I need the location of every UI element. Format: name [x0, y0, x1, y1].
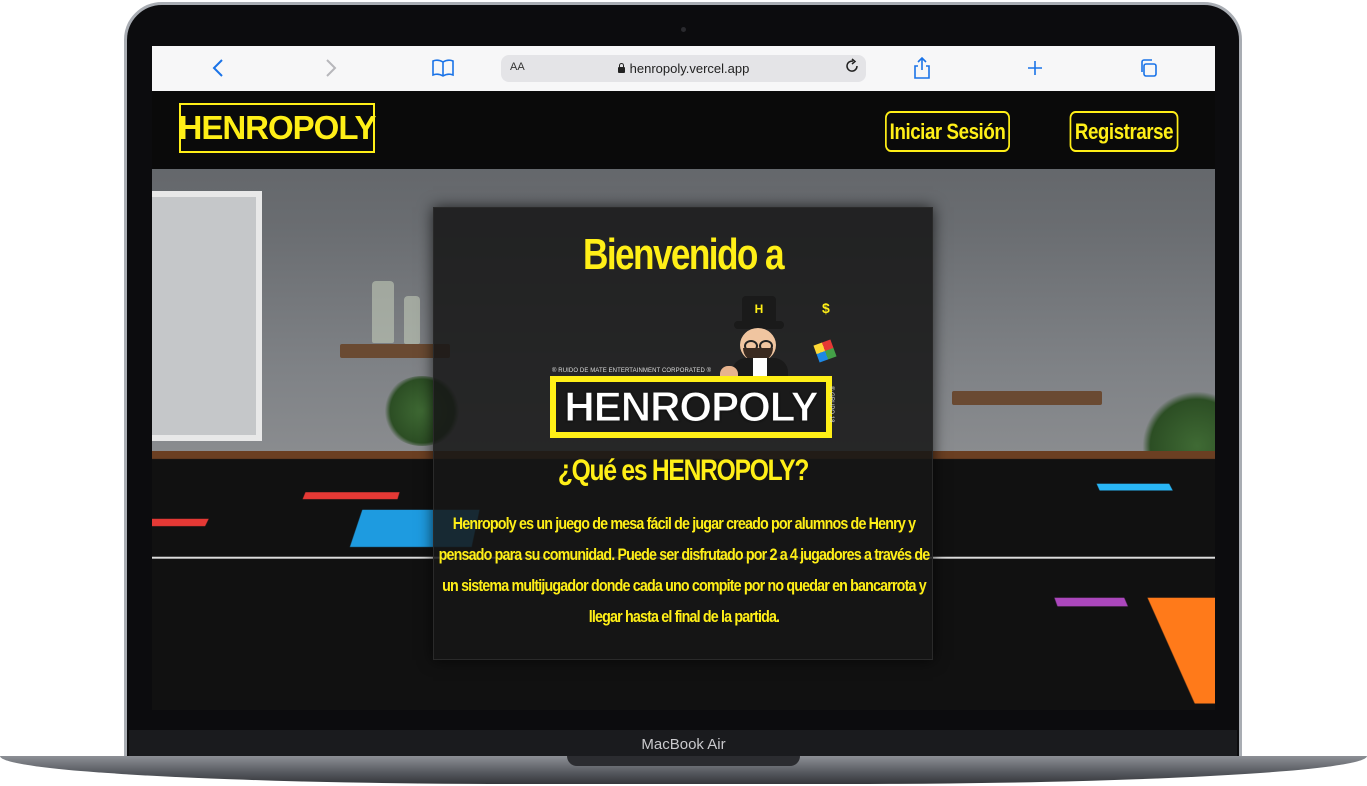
site-logo[interactable]: HENROPOLY [179, 103, 377, 153]
address-bar[interactable]: AA henropoly.vercel.app [501, 55, 866, 82]
forward-icon[interactable] [316, 55, 346, 81]
camera [681, 27, 686, 32]
coin-icon: $ [822, 300, 830, 316]
mascot-face [740, 328, 776, 362]
new-tab-icon[interactable] [1020, 55, 1050, 81]
background-shelf [952, 391, 1102, 405]
bookmarks-icon[interactable] [428, 55, 458, 81]
url-value: henropoly.vercel.app [629, 61, 750, 76]
mascot-cards [813, 339, 837, 363]
board-tile [1147, 597, 1215, 704]
henropoly-main-logo: HENROPOLY [550, 376, 832, 438]
device-model-label: MacBook Air [641, 736, 726, 753]
laptop-hinge-notch [567, 756, 800, 766]
about-description: Henropoly es un juego de mesa fácil de j… [434, 508, 932, 632]
reload-icon[interactable] [844, 58, 860, 79]
welcome-card: Bienvenido a H $ ® RUIDO DE MATE ENTERTA… [433, 207, 933, 660]
screen: AA henropoly.vercel.app HENROPOLY Inicia… [152, 46, 1215, 710]
login-button[interactable]: Iniciar Sesión [885, 111, 1010, 152]
about-heading: ¿Qué es HENROPOLY? [557, 454, 810, 487]
url-text: henropoly.vercel.app [501, 61, 866, 76]
logo-group-text: ® GRUPO 18 [828, 386, 834, 423]
main-logo-word: HENROPOLY [560, 383, 822, 431]
browser-toolbar: AA henropoly.vercel.app [152, 46, 1215, 92]
board-color-strip [302, 492, 400, 500]
board-color-strip [152, 518, 209, 527]
welcome-heading: Bienvenido a [583, 230, 784, 279]
lock-icon [617, 63, 625, 73]
site-navbar: HENROPOLY Iniciar Sesión Registrarse [152, 91, 1215, 169]
mascot-hat: H [742, 296, 776, 323]
background-bottle [404, 296, 420, 344]
register-button[interactable]: Registrarse [1069, 111, 1179, 152]
background-window [152, 191, 262, 441]
about-description-text: Henropoly es un juego de mesa fácil de j… [438, 514, 931, 626]
tabs-icon[interactable] [1133, 55, 1163, 81]
board-color-strip [1054, 597, 1128, 607]
logo-corporate-text: ® RUIDO DE MATE ENTERTAINMENT CORPORATED… [552, 368, 712, 374]
website: HENROPOLY Iniciar Sesión Registrarse Bie… [152, 91, 1215, 710]
main-logo-text: HENROPOLY [556, 382, 826, 432]
share-icon[interactable] [907, 55, 937, 81]
board-color-strip [1096, 483, 1173, 491]
background-bottle [372, 281, 394, 343]
back-icon[interactable] [203, 55, 233, 81]
